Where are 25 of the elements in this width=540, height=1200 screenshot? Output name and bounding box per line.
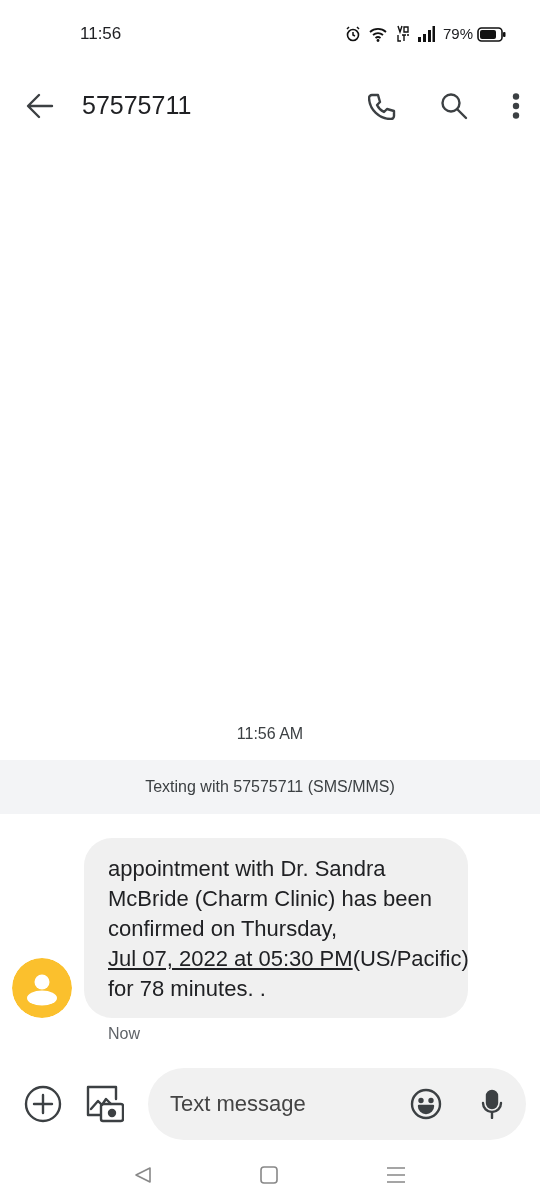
microphone-icon[interactable] bbox=[480, 1089, 504, 1119]
add-icon[interactable] bbox=[24, 1085, 62, 1123]
wifi-icon bbox=[368, 26, 389, 42]
search-icon[interactable] bbox=[440, 92, 468, 120]
contact-number: 57575711 bbox=[82, 90, 192, 122]
back-icon[interactable] bbox=[26, 93, 54, 119]
volte-icon bbox=[396, 25, 409, 43]
battery-percentage: 79% bbox=[442, 23, 473, 44]
message-time: Now bbox=[108, 1024, 141, 1044]
more-options-icon[interactable] bbox=[512, 93, 520, 119]
avatar-icon bbox=[12, 958, 72, 1018]
back-nav-icon[interactable] bbox=[134, 1166, 152, 1184]
message-input-field[interactable]: Text message bbox=[148, 1068, 526, 1140]
message-bubble: appointment with Dr. Sandra McBride (Charm Clinic) has been confirmed on Thursday, Jul 07, 2022 at 05:30 PM(US/Pacific) for 78 minutes. . bbox=[84, 838, 468, 1018]
date-link[interactable]: Jul 07, 2022 at 05:30 PM bbox=[108, 946, 353, 971]
home-nav-icon[interactable] bbox=[260, 1166, 278, 1184]
clock: 11:56 bbox=[80, 23, 122, 46]
texting-banner: Texting with 57575711 (SMS/MMS) bbox=[0, 760, 540, 814]
alarm-icon bbox=[344, 26, 361, 42]
emoji-icon[interactable] bbox=[410, 1088, 442, 1120]
signal-icon bbox=[416, 26, 435, 42]
message-timestamp: 11:56 AM bbox=[235, 724, 305, 744]
battery-icon bbox=[477, 26, 506, 42]
phone-icon[interactable] bbox=[368, 92, 396, 120]
gallery-camera-icon[interactable] bbox=[86, 1085, 124, 1123]
